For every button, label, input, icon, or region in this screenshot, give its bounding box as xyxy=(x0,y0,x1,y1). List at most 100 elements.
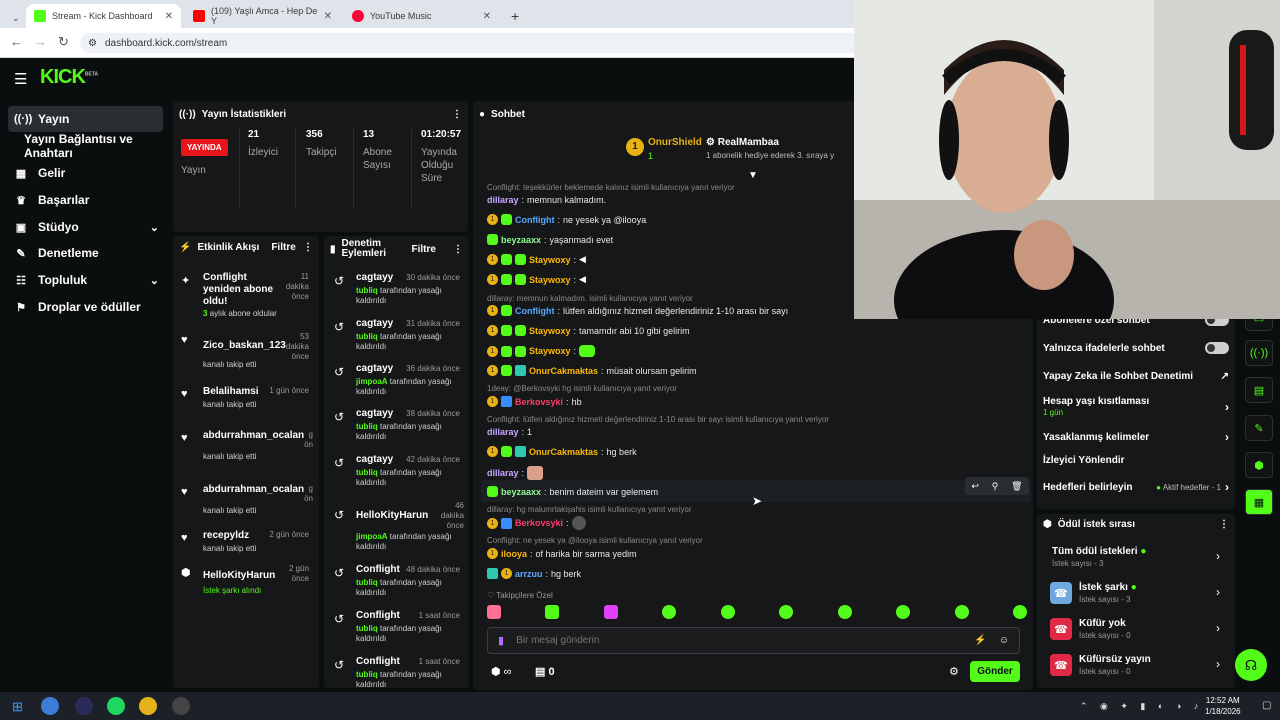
chat-message[interactable]: 1 OnurCakmaktas: hg berk xyxy=(487,446,637,457)
reply-icon[interactable]: ↩ xyxy=(971,481,979,492)
pin-icon[interactable]: ⚲ xyxy=(992,481,999,492)
close-icon[interactable]: ✕ xyxy=(324,11,332,22)
sidebar-item-basarilar[interactable]: ♛ Başarılar xyxy=(8,187,163,213)
close-icon[interactable]: ✕ xyxy=(483,11,491,22)
emoji-icon[interactable]: ☺ xyxy=(999,635,1009,646)
chevron-right-icon: › xyxy=(1225,400,1229,414)
chat-message[interactable]: beyzaaxx: benim dateim var gelemem xyxy=(487,486,658,497)
send-button[interactable]: Gönder xyxy=(970,661,1020,682)
tab-youtube[interactable]: (109) Yaşlı Amca - Hep De Y ✕ xyxy=(185,4,340,28)
chat-message[interactable]: 1 OnurCakmaktas: müsait olursam gelirim xyxy=(487,365,697,376)
reload-icon[interactable]: ↻ xyxy=(58,34,69,50)
rail-button-broadcast[interactable]: ((·)) xyxy=(1245,340,1273,366)
microphone-icon[interactable]: ▮ xyxy=(498,634,504,647)
chat-message[interactable]: 1 Staywoxy: tamamdır abi 10 gibi gelirim xyxy=(487,325,690,336)
setting-ai-moderation[interactable]: Yapay Zeka ile Sohbet Denetimi ↗ xyxy=(1043,371,1229,382)
channel-points-icon[interactable]: ⬢ ∞ xyxy=(491,665,512,678)
moderation-panel: ▮ Denetim Eylemleri Filtre ⋮ ↺ cagtayy 30 … xyxy=(324,236,469,688)
reward-row[interactable]: Tüm ödül istekleri ● İstek sayısı - 3 › xyxy=(1050,546,1226,572)
more-icon[interactable]: ⋮ xyxy=(1219,519,1229,530)
trash-icon[interactable]: 🗑 xyxy=(1011,481,1022,492)
close-icon[interactable]: ✕ xyxy=(165,11,173,22)
more-icon[interactable]: ⋮ xyxy=(452,109,462,120)
chat-settings-icon[interactable]: ⚙ xyxy=(949,665,959,678)
chat-message[interactable]: dillaray: xyxy=(487,466,544,480)
rail-button-clapper[interactable]: ▦ xyxy=(1245,489,1273,515)
tab-youtube-music[interactable]: YouTube Music ✕ xyxy=(344,4,499,28)
emote-icon[interactable] xyxy=(896,605,911,619)
gift-count[interactable]: ▤ 0 xyxy=(535,665,555,678)
spotify-icon[interactable] xyxy=(107,697,125,715)
chat-message[interactable]: 1 Staywoxy: ◀ xyxy=(487,254,586,265)
app-taskbar-icon[interactable] xyxy=(172,697,190,715)
chat-message[interactable]: 1 Conflight: ne yesek ya @ilooya xyxy=(487,214,646,225)
emote-icon[interactable] xyxy=(545,605,560,619)
emote-icon[interactable] xyxy=(954,605,969,619)
chat-message[interactable]: 1 Staywoxy: xyxy=(487,345,596,357)
sidebar-item-stream-key[interactable]: Yayın Bağlantısı ve Anahtarı xyxy=(18,132,178,160)
emote-icon[interactable] xyxy=(720,605,735,619)
chevron-right-icon: › xyxy=(1225,480,1229,494)
chat-message[interactable]: 1 ilooya: of harika bir sarma yedim xyxy=(487,548,637,559)
setting-emote-only[interactable]: Yalnızca ifadelerle sohbet xyxy=(1043,342,1229,354)
emote-icon[interactable] xyxy=(1012,605,1027,619)
chrome-icon[interactable] xyxy=(139,697,157,715)
sidebar-item-topluluk[interactable]: ☷ Topluluk ⌄ xyxy=(8,267,163,293)
emote-icon[interactable] xyxy=(837,605,852,619)
support-button[interactable]: ☊ xyxy=(1235,649,1267,681)
back-icon[interactable]: ← xyxy=(10,34,23,49)
system-tray-icons[interactable]: ⌃ ◉ ✦ ▮ ◐ ◑ ♪ xyxy=(1080,701,1203,712)
new-tab-button[interactable]: + xyxy=(503,4,523,28)
more-icon[interactable]: ⋮ xyxy=(453,244,463,255)
rail-button-wrench[interactable]: ✎ xyxy=(1245,415,1273,441)
reward-row[interactable]: ☎ Küfür yok İstek sayısı - 0 › xyxy=(1050,618,1226,644)
chat-message[interactable]: dillaray: 1 xyxy=(487,427,532,437)
chat-message[interactable]: 1 Berkovsyki: hb xyxy=(487,396,582,407)
rail-button-tools[interactable]: ▤ xyxy=(1245,377,1273,403)
emote-icon[interactable] xyxy=(779,605,794,619)
notification-icon[interactable]: ▢ xyxy=(1262,700,1271,711)
translate-icon[interactable]: ⚡ xyxy=(974,635,986,646)
leaderboard-user-2[interactable]: ⚙ RealMambaa xyxy=(706,137,779,148)
chat-message[interactable]: 1 Conflight: lütfen aldığınız hizmeti değ… xyxy=(487,305,788,316)
chat-message[interactable]: dillaray: memnun kalmadım. xyxy=(487,195,606,205)
chat-message-input[interactable] xyxy=(516,635,963,646)
filter-button[interactable]: Filtre xyxy=(271,242,295,253)
app-taskbar-icon[interactable] xyxy=(41,697,59,715)
app-taskbar-icon[interactable] xyxy=(75,697,93,715)
reward-row[interactable]: ☎ İstek şarkı ● İstek sayısı - 3 › xyxy=(1050,582,1226,608)
sidebar-item-studyo[interactable]: ▣ Stüdyo ⌄ xyxy=(8,214,163,240)
setting-redirect-viewers[interactable]: İzleyici Yönlendir xyxy=(1043,455,1229,466)
chat-message[interactable]: beyzaaxx: yaşanmadı evet xyxy=(487,234,613,245)
kick-logo[interactable]: KICKBETA xyxy=(40,66,98,89)
site-info-icon[interactable]: ⚙ xyxy=(88,38,97,49)
chat-scroll-icon[interactable]: ▼ xyxy=(748,170,758,181)
emote-icon[interactable] xyxy=(662,605,677,619)
filter-button[interactable]: Filtre xyxy=(412,244,436,255)
menu-icon[interactable]: ☰ xyxy=(14,70,27,88)
leaderboard-user[interactable]: OnurShield xyxy=(648,137,702,148)
chat-message[interactable]: 1 arrzuu: hg berk xyxy=(487,568,581,579)
tab-kick-dashboard[interactable]: Stream - Kick Dashboard ✕ xyxy=(26,4,181,28)
chat-message[interactable]: 1 Staywoxy: ◀ xyxy=(487,274,586,285)
forward-icon[interactable]: → xyxy=(34,34,47,49)
setting-banned-words[interactable]: Yasaklanmış kelimeler › xyxy=(1043,430,1229,444)
toggle-switch[interactable] xyxy=(1205,342,1229,354)
sidebar-item-denetleme[interactable]: ✎ Denetleme xyxy=(8,240,163,266)
rail-button-rewards[interactable]: ⬢ xyxy=(1245,452,1273,478)
chat-message[interactable]: 1 Berkovsyki: xyxy=(487,516,586,530)
setting-goals[interactable]: Hedefleri belirleyin ● Aktif hedefler - 1… xyxy=(1043,480,1229,494)
sidebar-item-droplar[interactable]: ⚑ Droplar ve ödüller xyxy=(8,294,163,320)
tab-list-button[interactable]: ⌄ xyxy=(4,6,20,30)
taskbar-clock[interactable]: 12:52 AM 1/18/2026 xyxy=(1205,695,1241,717)
more-icon[interactable]: ⋮ xyxy=(303,242,313,253)
sidebar-item-yayin[interactable]: ((·)) Yayın xyxy=(8,106,163,132)
setting-account-age[interactable]: Hesap yaşı kısıtlaması 1 gün › xyxy=(1043,396,1229,420)
reward-row[interactable]: ☎ Küfürsüz yayın İstek sayısı - 0 › xyxy=(1050,654,1226,680)
url-field[interactable]: ⚙ dashboard.kick.com/stream xyxy=(80,33,860,53)
reply-context: Conflight: teşekkürler beklemede kalınız… xyxy=(487,183,735,192)
sidebar-item-gelir[interactable]: ▦ Gelir xyxy=(8,160,163,186)
windows-start-icon[interactable]: ⊞ xyxy=(12,699,23,715)
emote-icon[interactable] xyxy=(487,605,501,619)
emote-icon[interactable] xyxy=(603,605,618,619)
